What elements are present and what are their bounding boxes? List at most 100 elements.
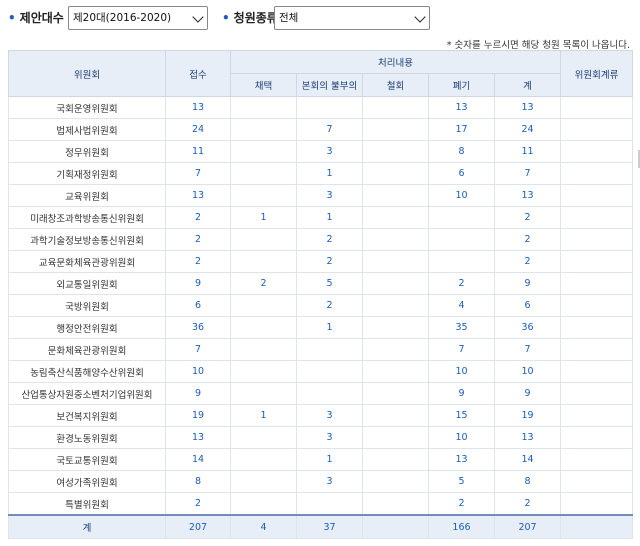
cell-discarded[interactable]: 17 bbox=[428, 118, 495, 141]
cell-received[interactable]: 24 bbox=[165, 118, 231, 141]
cell-discarded[interactable]: 13 bbox=[428, 448, 495, 471]
cell-received[interactable]: 14 bbox=[165, 448, 231, 471]
cell-received[interactable]: 36 bbox=[165, 316, 231, 339]
cell-discarded[interactable]: 4 bbox=[428, 294, 495, 317]
cell-discarded[interactable]: 2 bbox=[428, 492, 495, 516]
cell-received[interactable]: 19 bbox=[165, 404, 231, 427]
cell-sum[interactable]: 10 bbox=[493, 360, 562, 383]
table-row: 국회운영위원회 13 13 13 bbox=[8, 96, 634, 119]
cell-not-submitted[interactable]: 1 bbox=[296, 448, 363, 471]
committee-name: 행정안전위원회 bbox=[8, 316, 166, 339]
committee-name: 정무위원회 bbox=[8, 140, 166, 163]
cell-received[interactable]: 2 bbox=[165, 228, 231, 251]
cell-sum[interactable]: 13 bbox=[493, 184, 562, 207]
cell-discarded[interactable]: 10 bbox=[428, 426, 495, 449]
cell-transfer bbox=[560, 162, 634, 185]
cell-not-submitted[interactable]: 2 bbox=[296, 250, 363, 273]
cell-sum[interactable]: 11 bbox=[493, 140, 562, 163]
cell-not-submitted[interactable]: 3 bbox=[296, 184, 363, 207]
table-row: 농림축산식품해양수산위원회 10 10 10 bbox=[8, 360, 634, 383]
cell-received[interactable]: 9 bbox=[165, 382, 231, 405]
cell-discarded[interactable]: 5 bbox=[428, 470, 495, 493]
cell-received[interactable]: 207 bbox=[165, 514, 231, 539]
petition-stats-table: 위원회 접수 처리내용 위원회계류 채택 본회의 불부의 철회 폐기 계 국회운… bbox=[8, 50, 634, 539]
cell-received[interactable]: 11 bbox=[165, 140, 231, 163]
table-row: 정무위원회 11 3 8 11 bbox=[8, 140, 634, 163]
cell-transfer bbox=[560, 448, 634, 471]
cell-sum[interactable]: 8 bbox=[493, 470, 562, 493]
cell-sum[interactable]: 9 bbox=[493, 272, 562, 295]
cell-not-submitted[interactable]: 1 bbox=[296, 316, 363, 339]
cell-discarded[interactable]: 10 bbox=[428, 184, 495, 207]
col-sum: 계 bbox=[493, 73, 562, 97]
cell-sum[interactable]: 7 bbox=[493, 162, 562, 185]
cell-transfer bbox=[560, 470, 634, 493]
cell-received[interactable]: 13 bbox=[165, 184, 231, 207]
cell-adopted[interactable]: 2 bbox=[230, 272, 297, 295]
cell-received[interactable]: 6 bbox=[165, 294, 231, 317]
cell-sum[interactable]: 207 bbox=[493, 514, 562, 539]
cell-not-submitted[interactable]: 3 bbox=[296, 426, 363, 449]
committee-name: 외교통일위원회 bbox=[8, 272, 166, 295]
cell-adopted[interactable]: 4 bbox=[230, 514, 297, 539]
cell-not-submitted[interactable]: 2 bbox=[296, 294, 363, 317]
cell-not-submitted[interactable]: 3 bbox=[296, 470, 363, 493]
cell-discarded[interactable]: 9 bbox=[428, 382, 495, 405]
cell-sum[interactable]: 24 bbox=[493, 118, 562, 141]
cell-received[interactable]: 13 bbox=[165, 426, 231, 449]
cell-transfer bbox=[560, 492, 634, 516]
cell-discarded[interactable]: 7 bbox=[428, 338, 495, 361]
table-row: 교육위원회 13 3 10 13 bbox=[8, 184, 634, 207]
cell-sum[interactable]: 13 bbox=[493, 96, 562, 119]
cell-withdrawn bbox=[362, 404, 429, 427]
cell-sum[interactable]: 6 bbox=[493, 294, 562, 317]
type-select[interactable]: 전체 bbox=[274, 6, 430, 30]
cell-received[interactable]: 7 bbox=[165, 338, 231, 361]
cell-sum[interactable]: 36 bbox=[493, 316, 562, 339]
cell-not-submitted[interactable]: 1 bbox=[296, 162, 363, 185]
table-row: 특별위원회 2 2 2 bbox=[8, 492, 634, 516]
cell-not-submitted[interactable]: 3 bbox=[296, 140, 363, 163]
cell-not-submitted[interactable]: 7 bbox=[296, 118, 363, 141]
cell-adopted[interactable]: 1 bbox=[230, 206, 297, 229]
era-select[interactable]: 제20대(2016-2020) bbox=[68, 6, 208, 30]
era-label: • 제안대수 bbox=[8, 9, 64, 26]
cell-sum[interactable]: 14 bbox=[493, 448, 562, 471]
cell-received[interactable]: 8 bbox=[165, 470, 231, 493]
cell-discarded[interactable]: 10 bbox=[428, 360, 495, 383]
committee-name: 기획재정위원회 bbox=[8, 162, 166, 185]
cell-discarded[interactable]: 35 bbox=[428, 316, 495, 339]
cell-not-submitted[interactable]: 1 bbox=[296, 206, 363, 229]
table-row: 보건복지위원회 19 1 3 15 19 bbox=[8, 404, 634, 427]
cell-discarded[interactable]: 15 bbox=[428, 404, 495, 427]
cell-discarded[interactable]: 8 bbox=[428, 140, 495, 163]
cell-transfer bbox=[560, 96, 634, 119]
cell-received[interactable]: 10 bbox=[165, 360, 231, 383]
cell-received[interactable]: 9 bbox=[165, 272, 231, 295]
cell-discarded[interactable]: 13 bbox=[428, 96, 495, 119]
cell-sum[interactable]: 2 bbox=[493, 250, 562, 273]
cell-sum[interactable]: 2 bbox=[493, 206, 562, 229]
cell-not-submitted[interactable]: 37 bbox=[296, 514, 363, 539]
table-row: 산업통상자원중소벤처기업위원회 9 9 9 bbox=[8, 382, 634, 405]
cell-sum[interactable]: 2 bbox=[493, 492, 562, 516]
cell-not-submitted[interactable]: 5 bbox=[296, 272, 363, 295]
cell-sum[interactable]: 13 bbox=[493, 426, 562, 449]
cell-received[interactable]: 2 bbox=[165, 206, 231, 229]
cell-discarded[interactable]: 166 bbox=[428, 514, 495, 539]
cell-withdrawn bbox=[362, 118, 429, 141]
cell-received[interactable]: 7 bbox=[165, 162, 231, 185]
total-row: 계 207 4 37 166 207 bbox=[8, 514, 634, 539]
cell-adopted[interactable]: 1 bbox=[230, 404, 297, 427]
cell-discarded[interactable]: 6 bbox=[428, 162, 495, 185]
cell-sum[interactable]: 2 bbox=[493, 228, 562, 251]
cell-sum[interactable]: 9 bbox=[493, 382, 562, 405]
cell-sum[interactable]: 19 bbox=[493, 404, 562, 427]
cell-sum[interactable]: 7 bbox=[493, 338, 562, 361]
cell-discarded[interactable]: 2 bbox=[428, 272, 495, 295]
cell-received[interactable]: 2 bbox=[165, 250, 231, 273]
cell-not-submitted[interactable]: 2 bbox=[296, 228, 363, 251]
cell-received[interactable]: 2 bbox=[165, 492, 231, 516]
cell-received[interactable]: 13 bbox=[165, 96, 231, 119]
cell-not-submitted[interactable]: 3 bbox=[296, 404, 363, 427]
